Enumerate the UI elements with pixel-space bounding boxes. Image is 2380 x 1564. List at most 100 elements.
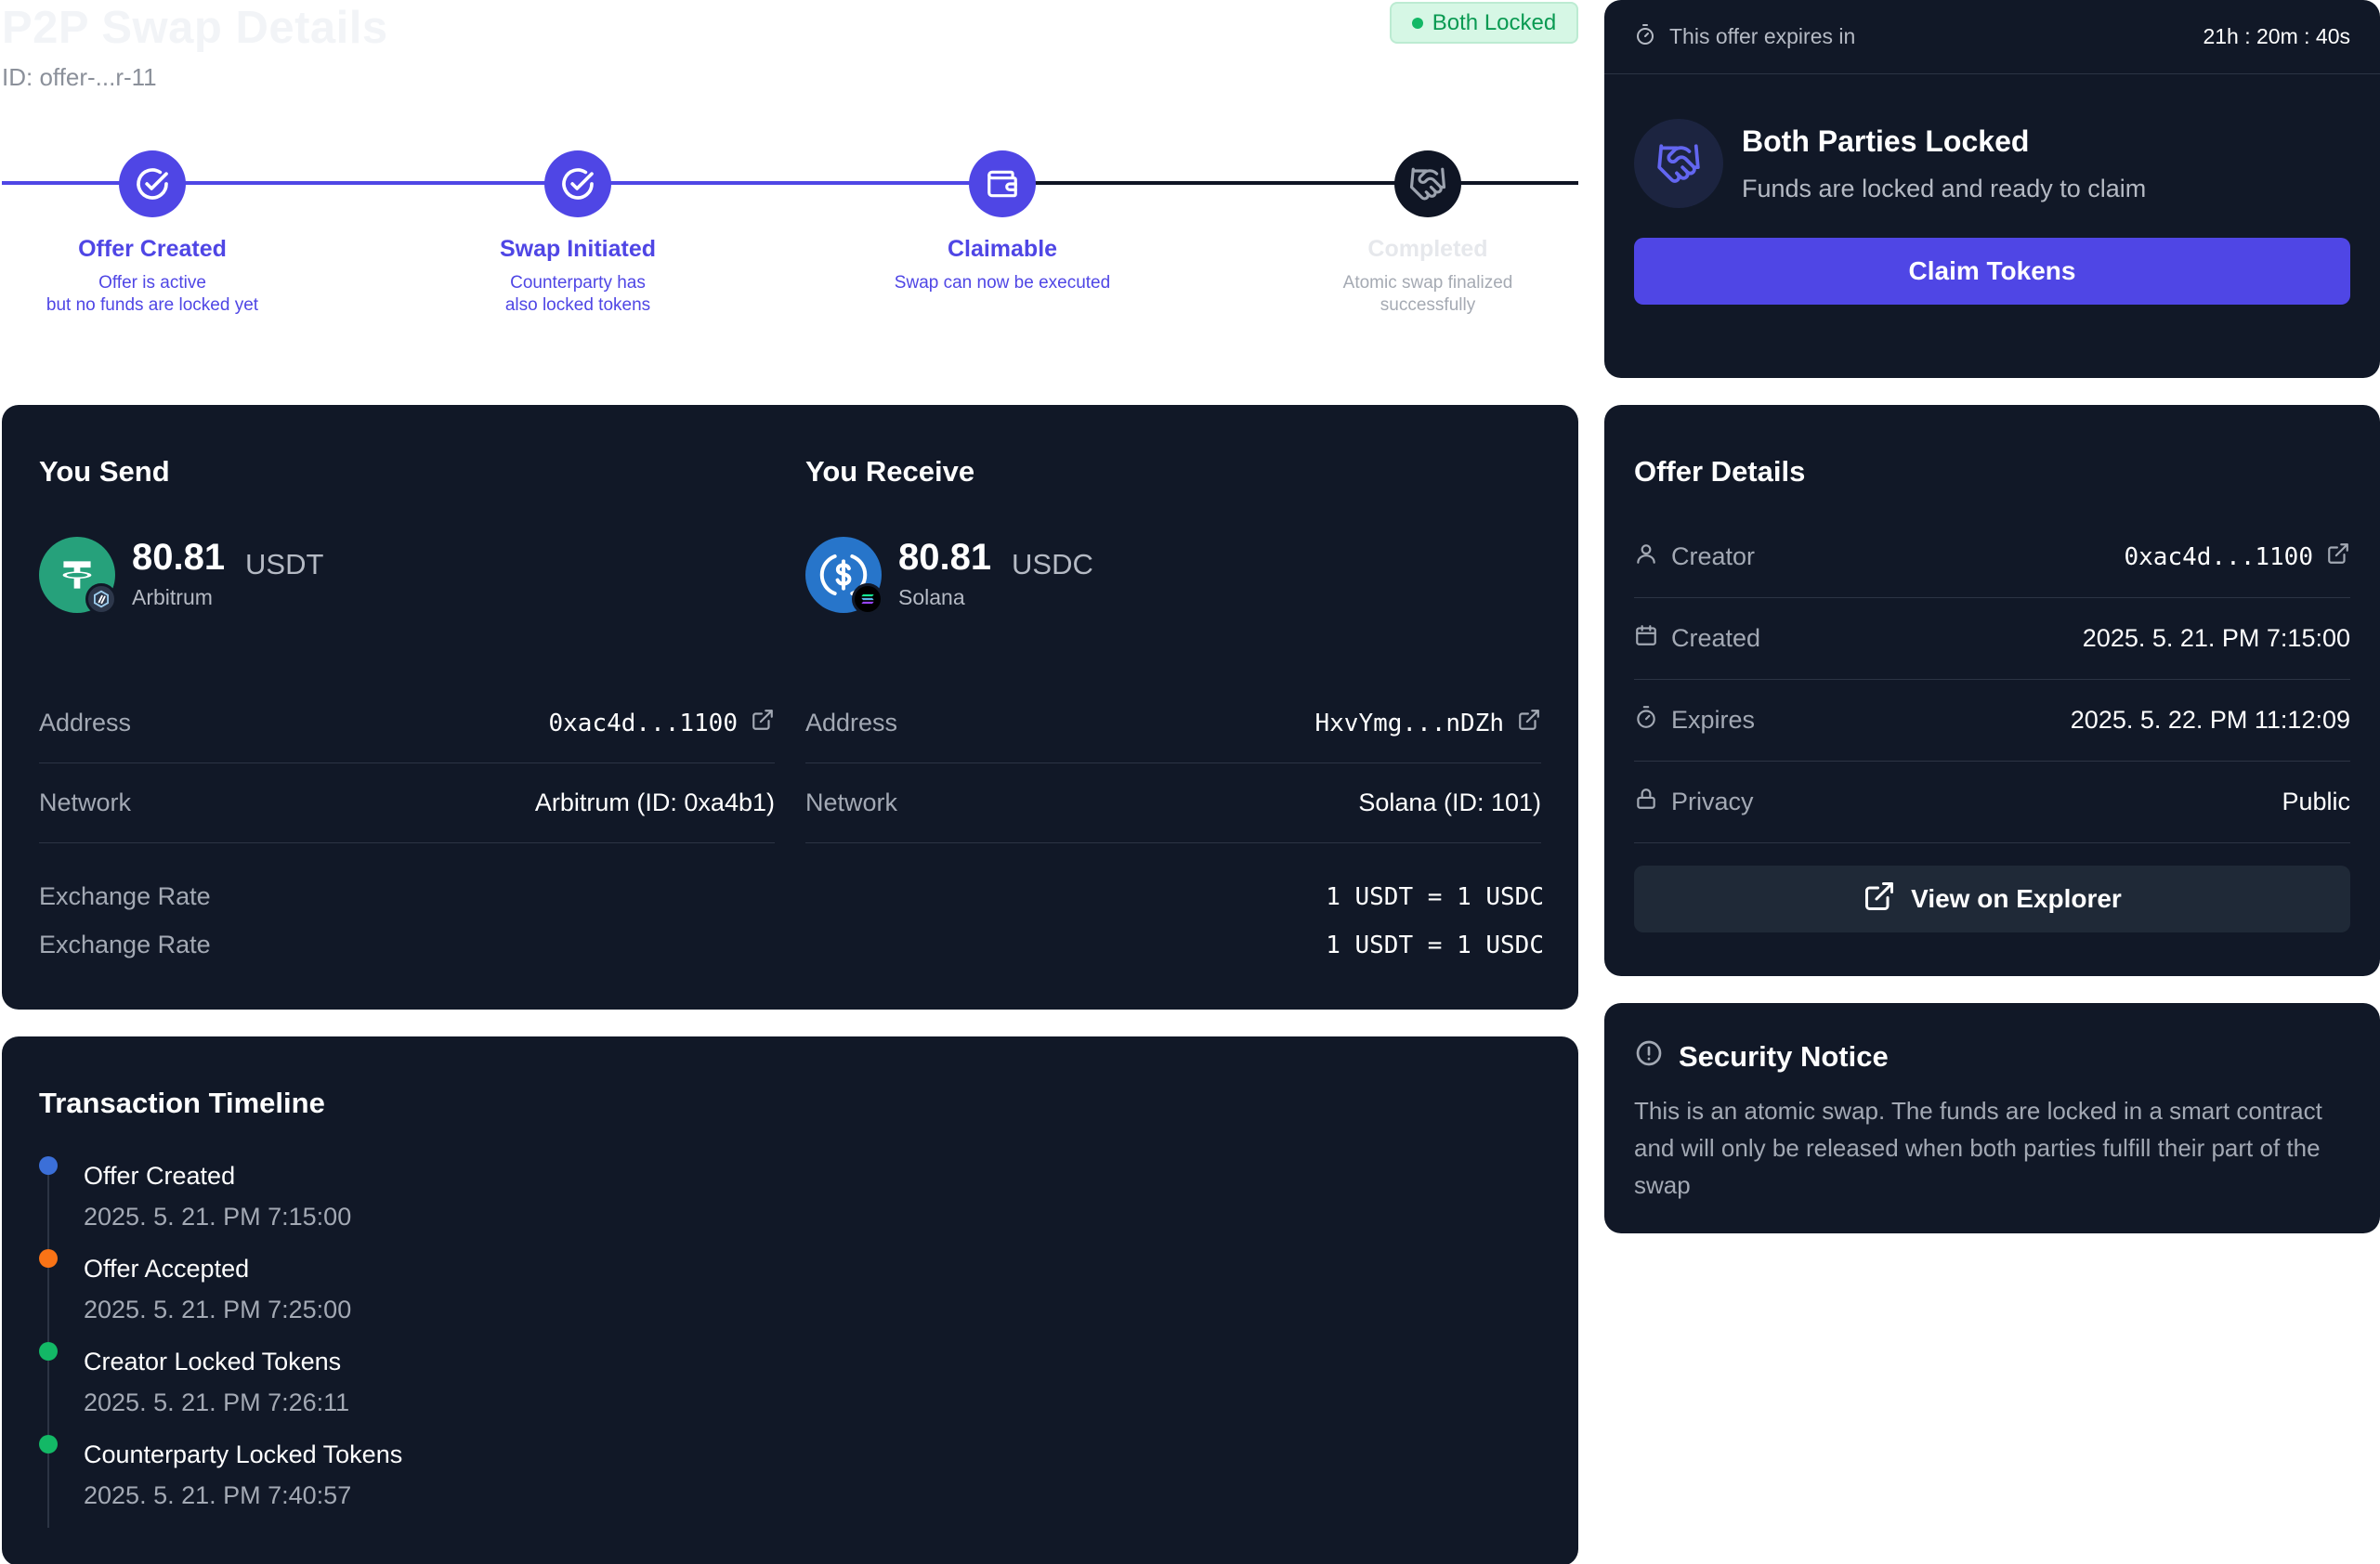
step-title: Completed [1367,236,1488,262]
step-description: Swap can now be executed [807,272,1197,294]
arbitrum-badge-icon [85,583,117,615]
check-circle-icon [544,150,611,217]
step-description-line: Atomic swap finalized [1342,273,1513,293]
step-claimable: Claimable Swap can now be executed [807,150,1197,294]
receive-address-label: Address [805,709,898,736]
expiry-countdown: 21h : 20m : 40s [2203,24,2350,48]
expiry-label-group: This offer expires in [1634,23,1855,51]
offer-details-title: Offer Details [1634,455,1806,488]
exchange-rate-row: Exchange Rate 1 USDT = 1 USDC [39,882,1544,911]
receive-address-row: Address HxvYmg...nDZh [805,684,1541,763]
step-description-line: but no funds are locked yet [46,295,259,315]
send-token: 80.81 USDT Arbitrum [39,537,775,620]
offer-details-card: Offer Details Creator 0xac4d...1100 Crea… [1604,405,2380,976]
state-title: Both Parties Locked [1742,124,2030,158]
exchange-rate-row: Exchange Rate 1 USDT = 1 USDC [39,931,1544,959]
step-description: Offer is active but no funds are locked … [0,272,347,317]
exchange-rate-value: 1 USDT = 1 USDC [1326,882,1544,911]
timeline-connector [47,1453,49,1528]
receive-amount: 80.81 [898,537,992,578]
send-network-label: Network [39,789,132,816]
handshake-icon [1394,150,1461,217]
calendar-icon [1634,623,1658,654]
send-address-label: Address [39,709,132,736]
solana-badge-icon [852,583,883,615]
receive-token: 80.81 USDC Solana [805,537,1541,620]
timeline-item: Counterparty Locked Tokens 2025. 5. 21. … [39,1435,875,1528]
expiry-bar: This offer expires in 21h : 20m : 40s [1604,0,2380,74]
receive-address-value: HxvYmg...nDZh [1315,708,1542,738]
step-description-line: also locked tokens [504,295,651,315]
send-network-row: Network Arbitrum (ID: 0xa4b1) [39,763,775,843]
timeline-event-time: 2025. 5. 21. PM 7:40:57 [84,1481,352,1509]
exchange-rate-label: Exchange Rate [39,931,211,958]
view-on-explorer-button[interactable]: View on Explorer [1634,866,2350,932]
timeline-event-time: 2025. 5. 21. PM 7:15:00 [84,1203,352,1231]
timer-icon [1634,705,1658,736]
send-address[interactable]: 0xac4d...1100 [549,710,739,737]
external-link-icon[interactable] [751,708,775,738]
receive-address[interactable]: HxvYmg...nDZh [1315,710,1505,737]
receive-chain: Solana [898,585,965,609]
timeline-event-name: Offer Created [84,1162,236,1190]
timeline-item: Creator Locked Tokens 2025. 5. 21. PM 7:… [39,1342,875,1435]
exchange-rate-label: Exchange Rate [39,882,211,910]
expiry-label: This offer expires in [1669,24,1856,48]
swap-summary-card: You Send 80.81 USDT Arbitrum Address 0xa… [2,405,1578,1010]
timeline-connector [47,1175,49,1249]
check-circle-icon [119,150,186,217]
send-chain: Arbitrum [132,585,213,609]
external-link-icon[interactable] [2326,541,2350,572]
timeline-item: Offer Created 2025. 5. 21. PM 7:15:00 [39,1156,875,1249]
step-offer-created: Offer Created Offer is active but no fun… [0,150,347,317]
step-description: Counterparty has also locked tokens [383,272,773,317]
security-title: Security Notice [1679,1040,1889,1073]
external-link-icon [1863,880,1896,919]
receive-network-row: Network Solana (ID: 101) [805,763,1541,843]
transaction-timeline-card: Transaction Timeline Offer Created 2025.… [2,1036,1578,1564]
step-title: Swap Initiated [499,236,657,262]
view-on-explorer-label: View on Explorer [1911,884,2122,913]
state-subtitle: Funds are locked and ready to claim [1742,175,2147,202]
detail-label-text: Creator [1671,542,1756,570]
send-address-row: Address 0xac4d...1100 [39,684,775,763]
step-description-line: Counterparty has [510,273,646,293]
receive-network-label: Network [805,789,898,816]
detail-label: Expires [1634,705,1755,736]
receive-network-value: Solana (ID: 101) [1358,789,1541,816]
creator-address[interactable]: 0xac4d...1100 [2125,543,2314,571]
detail-value: 2025. 5. 21. PM 7:15:00 [2082,624,2350,652]
page-title: P2P Swap Details [2,3,388,53]
send-address-value: 0xac4d...1100 [549,708,776,738]
timeline-title: Transaction Timeline [39,1087,325,1119]
step-description-line: successfully [1380,295,1476,315]
send-amount: 80.81 [132,537,226,578]
timeline-item: Offer Accepted 2025. 5. 21. PM 7:25:00 [39,1249,875,1342]
detail-value: Public [2282,788,2350,815]
send-title: You Send [39,455,170,488]
detail-label: Created [1634,623,1760,654]
security-notice-card: Security Notice This is an atomic swap. … [1604,1003,2380,1233]
detail-value: 2025. 5. 22. PM 11:12:09 [2070,706,2350,734]
step-title: Claimable [947,236,1058,262]
timeline-connector [47,1268,49,1342]
step-description-line: Offer is active [98,273,206,293]
step-completed: Completed Atomic swap finalized successf… [1233,150,1623,317]
status-dot-icon [1411,17,1423,29]
step-description-line: Swap can now be executed [894,273,1111,293]
timeline-event-time: 2025. 5. 21. PM 7:25:00 [84,1296,352,1323]
step-description: Atomic swap finalized successfully [1233,272,1623,317]
detail-row-expires: Expires 2025. 5. 22. PM 11:12:09 [1634,680,2350,762]
step-title: Offer Created [78,236,227,262]
wallet-icon [969,150,1036,217]
offer-id: ID: offer-...r-11 [2,63,157,91]
timer-icon [1634,23,1656,51]
claim-tokens-button[interactable]: Claim Tokens [1634,238,2350,305]
receive-title: You Receive [805,455,975,488]
timeline-dot-icon [39,1156,58,1175]
handshake-icon [1634,119,1723,208]
detail-row-created: Created 2025. 5. 21. PM 7:15:00 [1634,598,2350,680]
lock-icon [1634,787,1658,817]
detail-value: 0xac4d...1100 [2125,541,2351,572]
external-link-icon[interactable] [1517,708,1541,738]
